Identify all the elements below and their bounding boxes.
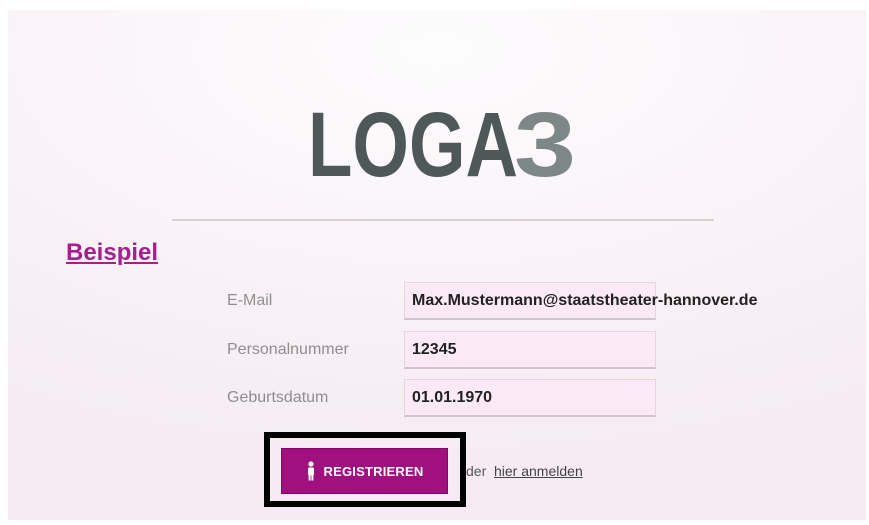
- register-button[interactable]: REGISTRIEREN: [281, 448, 448, 494]
- svg-text:3: 3: [514, 96, 576, 188]
- email-value: Max.Mustermann@staatstheater-hannover.de: [412, 292, 758, 309]
- personalnummer-label: Personalnummer: [227, 341, 349, 358]
- geburtsdatum-label: Geburtsdatum: [227, 389, 329, 406]
- header-divider: [172, 219, 714, 221]
- login-link[interactable]: hier anmelden: [494, 463, 583, 479]
- or-text: der: [466, 463, 487, 479]
- email-label: E-Mail: [227, 292, 273, 309]
- register-button-label: REGISTRIEREN: [323, 463, 424, 479]
- svg-text:LOGA: LOGA: [308, 96, 518, 188]
- loga3-logo: LOGA 3: [308, 96, 588, 188]
- person-icon: [306, 461, 316, 481]
- example-heading-link[interactable]: Beispiel: [66, 239, 158, 267]
- geburtsdatum-value: 01.01.1970: [412, 389, 493, 406]
- personalnummer-value: 12345: [412, 341, 457, 358]
